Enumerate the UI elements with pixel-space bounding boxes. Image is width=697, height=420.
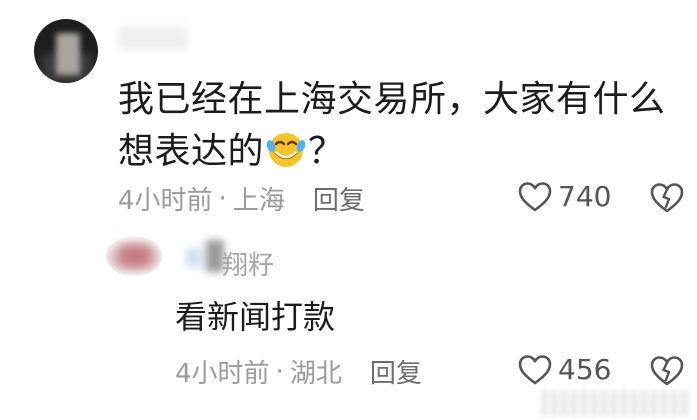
reply-body: 看新闻打款 [175,298,336,336]
comment-text-end: ？ [308,131,345,172]
username-redacted [186,240,226,272]
redaction-block [186,248,202,268]
separator: · [275,356,284,387]
broken-heart-icon[interactable] [650,355,684,387]
reply-avatar[interactable] [106,236,162,276]
reply-button[interactable]: 回复 [313,180,365,217]
broken-heart-icon[interactable] [650,182,684,214]
location: 上海 [232,186,285,216]
username-redacted[interactable] [118,26,188,50]
location: 湖北 [289,359,342,389]
timestamp: 4小时前 [175,359,270,389]
heart-icon [518,181,552,211]
comment-text: 我已经在上海交易所，大家有什么想表达的 [118,79,666,172]
timestamp: 4小时前 [118,186,213,216]
avatar-blur [56,33,80,75]
laughing-face-emoji-icon [266,133,306,167]
like-button[interactable]: 740 [518,180,611,213]
reply-username[interactable]: 翔籽 [222,245,274,282]
comment-body: 我已经在上海交易所，大家有什么想表达的 ？ [118,74,678,178]
separator: · [218,183,227,214]
like-count: 740 [558,180,612,213]
reply-meta: 4小时前 · 湖北 回复 [175,353,422,390]
comment-meta: 4小时前 · 上海 回复 [118,180,365,217]
avatar-blur [120,246,150,266]
heart-icon [518,354,552,384]
reply-button[interactable]: 回复 [370,353,422,390]
like-button[interactable]: 456 [518,353,611,386]
comment-thread: 我已经在上海交易所，大家有什么想表达的 ？ 4小时前 · 上海 回复 740 翔… [0,0,697,420]
avatar[interactable] [34,19,98,83]
watermark [541,390,691,416]
like-count: 456 [558,353,612,386]
